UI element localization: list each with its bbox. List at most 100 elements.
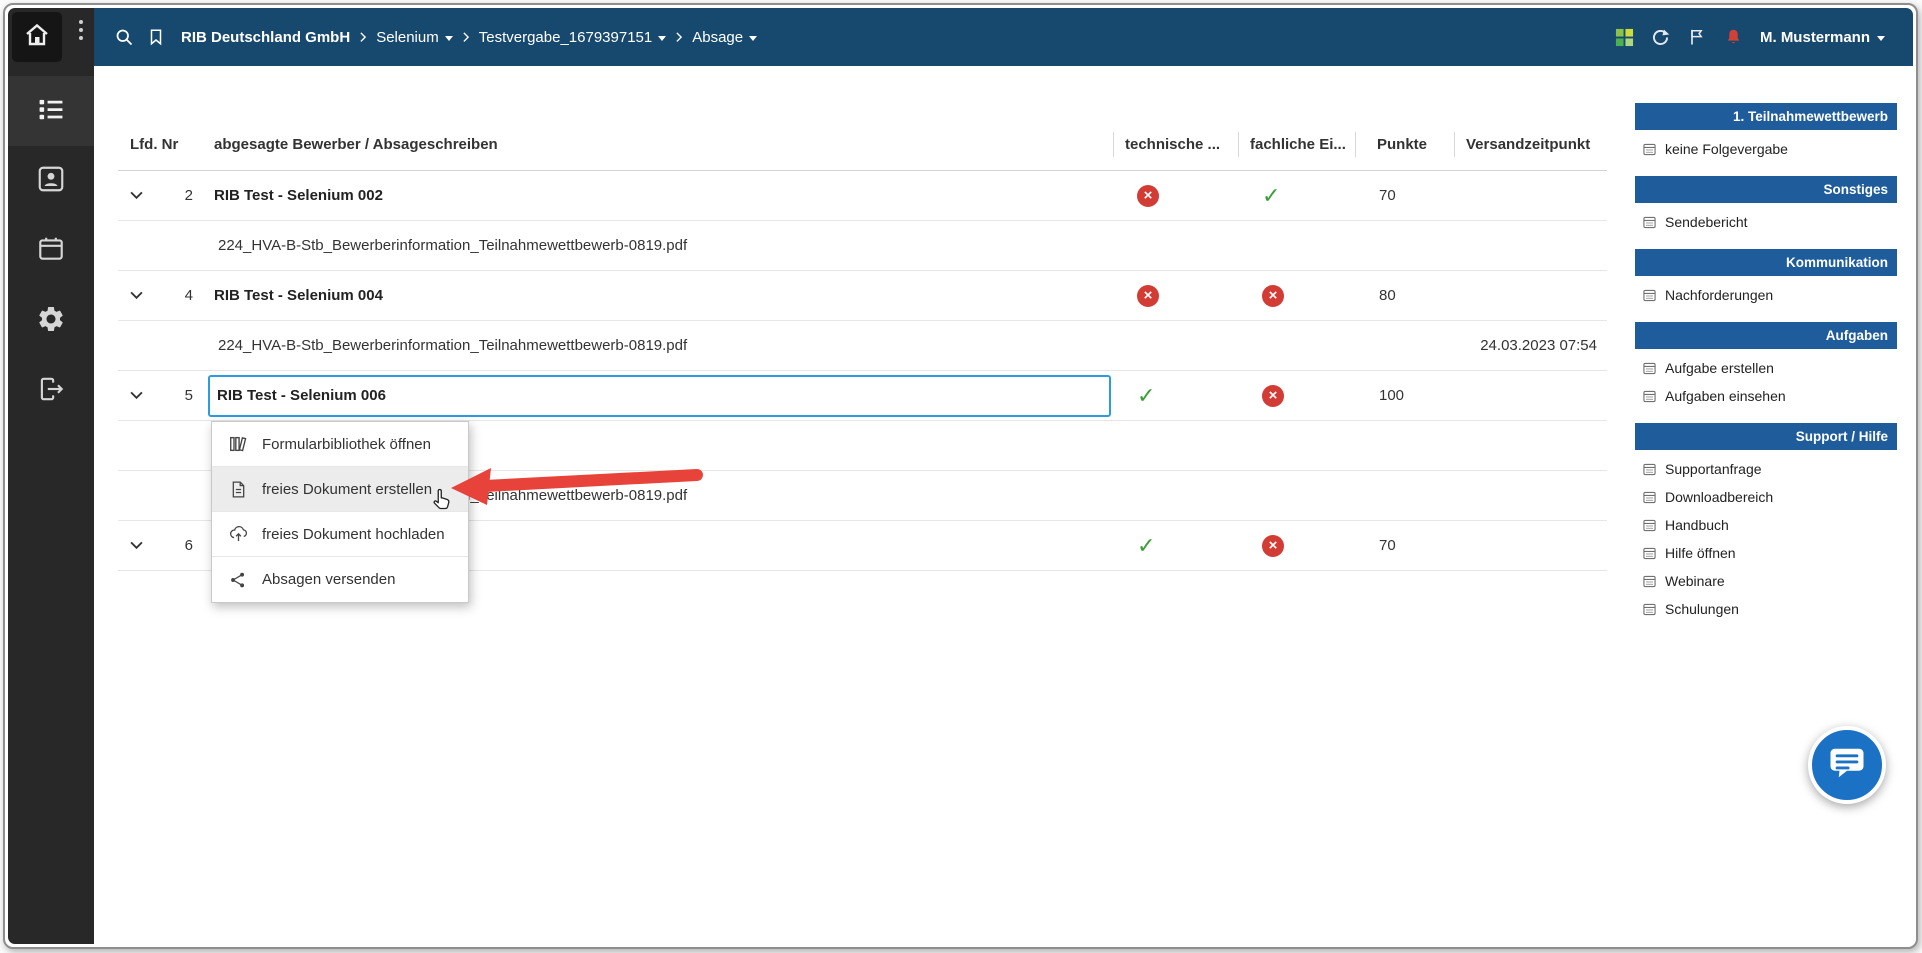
upload-cloud-icon [227,524,249,543]
panel-section-teilnahmewettbewerb: 1. Teilnahmewettbewerb keine Folgevergab… [1635,103,1897,163]
table-row-selected: 5 RIB Test - Selenium 006 ✓ × 100 [118,371,1607,421]
panel-item-aufgabe-erstellen[interactable]: Aufgabe erstellen [1635,354,1897,382]
absage-document-link[interactable]: 224_HVA-B-Stb_Bewerberinformation_Teilna… [206,321,1113,370]
bidder-name-cell[interactable]: RIB Test - Selenium 002 [206,171,1113,220]
column-header-bewerber[interactable]: abgesagte Bewerber / Absageschreiben [206,119,1113,170]
sync-icon[interactable] [1650,27,1671,48]
panel-item-aufgaben-einsehen[interactable]: Aufgaben einsehen [1635,382,1897,410]
contact-card-icon [36,164,66,199]
breadcrumb-company[interactable]: RIB Deutschland GmbH [181,29,350,46]
panel-item-icon [1643,463,1656,476]
panel-section-sonstiges: Sonstiges Sendebericht [1635,176,1897,236]
sidebar-item-calendar[interactable] [8,216,94,286]
left-sidebar [8,8,94,944]
punkte-value: 100 [1355,371,1454,420]
chevron-down-icon [1877,36,1885,41]
sidebar-item-logout[interactable] [8,356,94,426]
punkte-value: 80 [1355,271,1454,320]
panel-item-icon [1643,216,1656,229]
home-button[interactable] [12,12,62,62]
breadcrumb-project[interactable]: Selenium [376,29,453,46]
chat-bubble-icon [1825,741,1869,790]
row-expander-icon[interactable] [130,391,143,400]
panel-item-webinare[interactable]: Webinare [1635,567,1897,595]
sidebar-item-list[interactable] [8,76,94,146]
column-header-fachlich[interactable]: fachliche Ei... [1238,119,1355,170]
technisch-status-icon: × [1137,285,1159,307]
breadcrumb-tender[interactable]: Testvergabe_1679397151 [479,29,666,46]
list-icon [35,93,67,130]
menu-item-absagen-versenden[interactable]: Absagen versenden [212,557,468,602]
technisch-status-icon: ✓ [1137,385,1155,407]
column-header-punkte[interactable]: Punkte [1355,119,1454,170]
panel-item-icon [1643,519,1656,532]
window-frame: RIB Deutschland GmbH Selenium Testvergab… [3,3,1918,949]
panel-item-supportanfrage[interactable]: Supportanfrage [1635,455,1897,483]
panel-item-downloadbereich[interactable]: Downloadbereich [1635,483,1897,511]
breadcrumb: RIB Deutschland GmbH Selenium Testvergab… [181,29,757,46]
table-header-row: Lfd. Nr abgesagte Bewerber / Absageschre… [118,119,1607,171]
topbar-actions: M. Mustermann [1615,27,1913,48]
bookmark-icon[interactable] [147,28,165,46]
absage-document-link[interactable]: 224_HVA-B-Stb_Bewerberinformation_Teilna… [206,221,1113,270]
panel-item-nachforderungen[interactable]: Nachforderungen [1635,281,1897,309]
versand-value [1454,471,1607,520]
panel-item-keine-folgevergabe[interactable]: keine Folgevergabe [1635,135,1897,163]
flag-icon[interactable] [1687,27,1707,47]
search-icon[interactable] [114,27,135,48]
panel-section-header: Sonstiges [1635,176,1897,203]
row-number: 6 [185,537,193,554]
menu-item-freies-dokument-hochladen[interactable]: freies Dokument hochladen [212,512,468,557]
menu-item-label: freies Dokument erstellen [262,481,432,498]
logout-icon [36,374,66,409]
panel-section-header: Aufgaben [1635,322,1897,349]
sidebar-more-icon[interactable] [74,20,88,40]
attachment-row: 224_HVA-B-Stb_Bewerberinformation_Teilna… [118,321,1607,371]
selected-bidder-name-cell[interactable]: RIB Test - Selenium 006 [208,375,1111,417]
fachlich-status-icon: × [1262,285,1284,307]
row-number: 5 [185,387,193,404]
menu-item-freies-dokument-erstellen[interactable]: freies Dokument erstellen [212,467,468,512]
row-number: 2 [185,187,193,204]
panel-item-sendebericht[interactable]: Sendebericht [1635,208,1897,236]
breadcrumb-step[interactable]: Absage [692,29,757,46]
notifications-bell-icon[interactable] [1723,27,1744,48]
column-header-technisch[interactable]: technische ... [1113,119,1238,170]
panel-item-icon [1643,547,1656,560]
panel-item-icon [1643,603,1656,616]
panel-item-hilfe-oeffnen[interactable]: Hilfe öffnen [1635,539,1897,567]
column-header-versandzeitpunkt[interactable]: Versandzeitpunkt [1454,119,1607,170]
versand-value [1454,371,1607,420]
context-menu: Formularbibliothek öffnen freies Dokumen… [211,421,469,603]
share-icon [227,571,249,589]
chevron-down-icon [749,36,757,41]
apps-grid-icon[interactable] [1615,28,1634,47]
technisch-status-icon: ✓ [1137,535,1155,557]
panel-item-icon [1643,289,1656,302]
sidebar-item-contacts[interactable] [8,146,94,216]
punkte-value: 70 [1355,521,1454,570]
panel-item-icon [1643,390,1656,403]
bidder-name-cell[interactable]: RIB Test - Selenium 004 [206,271,1113,320]
panel-section-aufgaben: Aufgaben Aufgabe erstellen Aufgaben eins… [1635,322,1897,410]
technisch-status-icon: × [1137,185,1159,207]
chat-support-button[interactable] [1808,726,1886,804]
table-row: 4 RIB Test - Selenium 004 × × 80 [118,271,1607,321]
panel-item-icon [1643,575,1656,588]
sidebar-item-settings[interactable] [8,286,94,356]
menu-item-label: freies Dokument hochladen [262,526,445,543]
row-expander-icon[interactable] [130,541,143,550]
column-header-lfd-nr[interactable]: Lfd. Nr [118,119,206,170]
chevron-down-icon [445,36,453,41]
row-expander-icon[interactable] [130,291,143,300]
main-area: Lfd. Nr abgesagte Bewerber / Absageschre… [94,66,1913,944]
breadcrumb-separator-icon [676,32,682,42]
versand-value [1454,221,1607,270]
user-menu[interactable]: M. Mustermann [1760,29,1885,46]
panel-item-schulungen[interactable]: Schulungen [1635,595,1897,623]
menu-item-formularbibliothek[interactable]: Formularbibliothek öffnen [212,422,468,467]
panel-section-support-hilfe: Support / Hilfe Supportanfrage Downloadb… [1635,423,1897,623]
row-expander-icon[interactable] [130,191,143,200]
panel-item-handbuch[interactable]: Handbuch [1635,511,1897,539]
panel-item-icon [1643,491,1656,504]
